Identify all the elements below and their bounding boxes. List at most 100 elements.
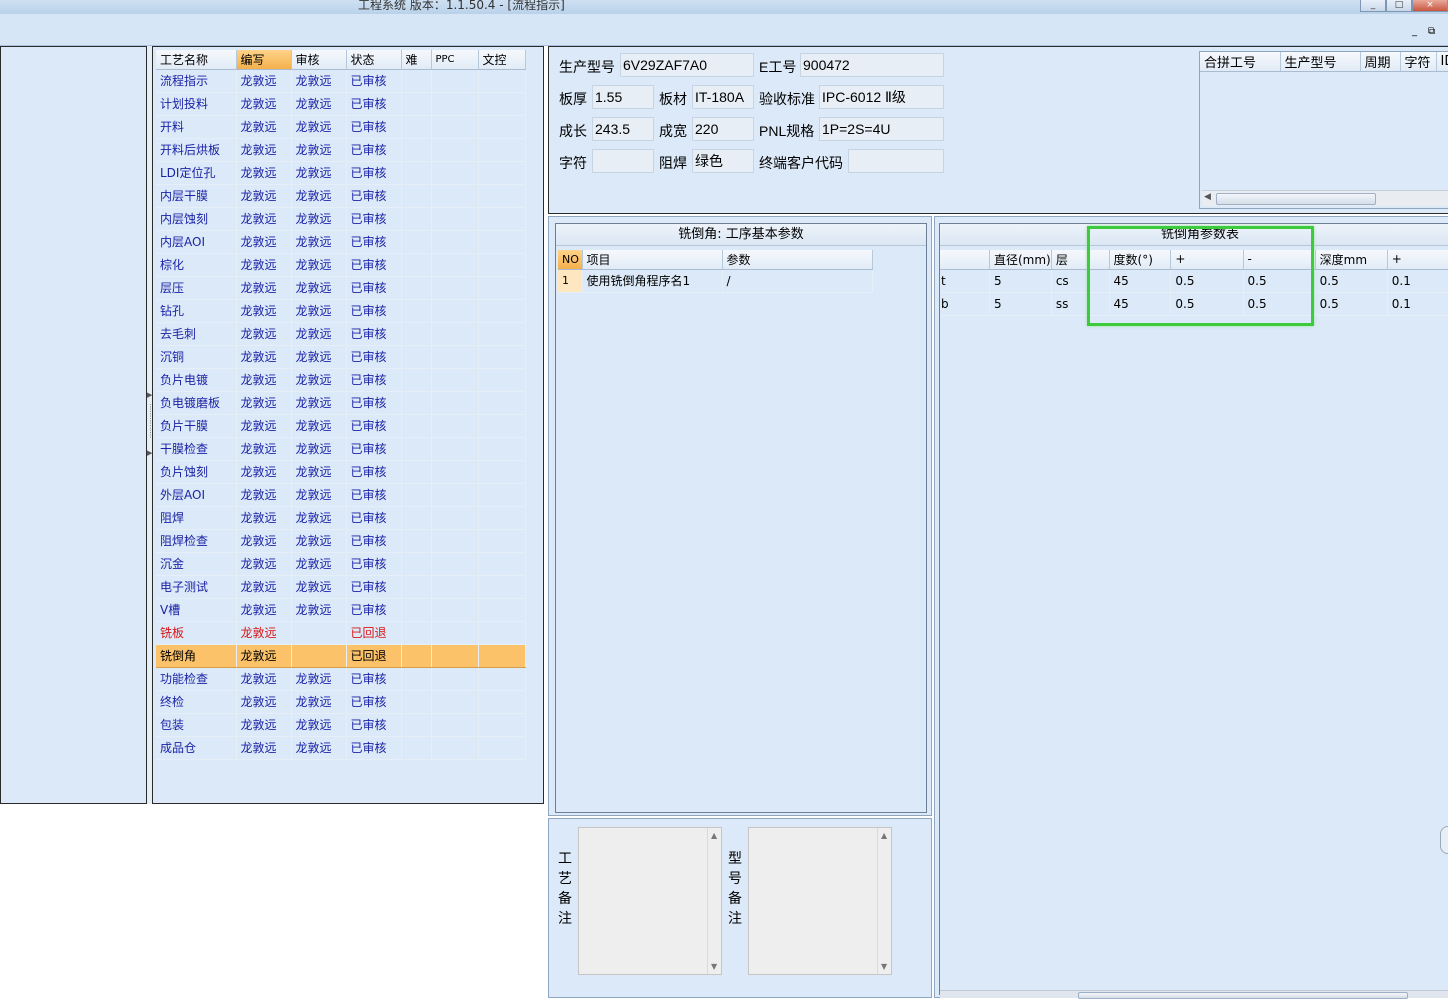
doc-control-cell[interactable]: [478, 184, 526, 208]
ppc-cell[interactable]: [431, 643, 479, 668]
process-name[interactable]: 阻焊检查: [156, 529, 237, 553]
difficulty-cell[interactable]: [401, 598, 432, 622]
reviewer-name[interactable]: 龙敦远: [291, 345, 347, 369]
scroll-up-icon[interactable]: ▲: [711, 831, 717, 840]
process-name[interactable]: 铣倒角: [156, 643, 237, 668]
difficulty-cell[interactable]: [401, 69, 432, 93]
param-value[interactable]: /: [722, 269, 873, 293]
status-text[interactable]: 已审核: [346, 529, 402, 553]
mdi-minimize-icon[interactable]: _: [1412, 26, 1417, 37]
process-remark-textarea[interactable]: ▲ ▼: [578, 827, 722, 975]
doc-control-cell[interactable]: [478, 667, 526, 691]
process-row[interactable]: LDI定位孔 龙敦远 龙敦远 已审核: [156, 161, 526, 185]
reviewer-name[interactable]: 龙敦远: [291, 414, 347, 438]
reviewer-name[interactable]: 龙敦远: [291, 138, 347, 162]
process-row[interactable]: 沉金 龙敦远 龙敦远 已审核: [156, 552, 526, 576]
difficulty-cell[interactable]: [401, 322, 432, 346]
status-text[interactable]: 已审核: [346, 368, 402, 392]
process-name[interactable]: 开料后烘板: [156, 138, 237, 162]
writer-name[interactable]: 龙敦远: [236, 529, 292, 553]
scroll-left-icon[interactable]: ◀: [1204, 192, 1211, 202]
difficulty-cell[interactable]: [401, 391, 432, 415]
reviewer-name[interactable]: 龙敦远: [291, 161, 347, 185]
column-header-reviewer[interactable]: 审核: [291, 50, 347, 70]
process-name[interactable]: LDI定位孔: [156, 161, 237, 185]
process-name[interactable]: 负片电镀: [156, 368, 237, 392]
ppc-cell[interactable]: [431, 713, 479, 737]
doc-control-cell[interactable]: [478, 437, 526, 461]
side-expand-handle[interactable]: [1440, 826, 1448, 854]
process-name[interactable]: 内层蚀刻: [156, 207, 237, 231]
doc-control-cell[interactable]: [478, 230, 526, 254]
process-row[interactable]: 干膜检查 龙敦远 龙敦远 已审核: [156, 437, 526, 461]
scroll-down-icon[interactable]: ▼: [711, 962, 717, 971]
reviewer-name[interactable]: 龙敦远: [291, 253, 347, 277]
process-name[interactable]: 负电镀磨板: [156, 391, 237, 415]
process-row[interactable]: 层压 龙敦远 龙敦远 已审核: [156, 276, 526, 300]
chamfer-cell[interactable]: t: [940, 269, 990, 293]
ppc-cell[interactable]: [431, 276, 479, 300]
difficulty-cell[interactable]: [401, 667, 432, 691]
writer-name[interactable]: 龙敦远: [236, 575, 292, 599]
ppc-cell[interactable]: [431, 529, 479, 553]
reviewer-name[interactable]: 龙敦远: [291, 391, 347, 415]
ppc-cell[interactable]: [431, 460, 479, 484]
column-header-writer[interactable]: 编写: [236, 50, 292, 70]
status-text[interactable]: 已回退: [346, 621, 402, 645]
process-row[interactable]: 流程指示 龙敦远 龙敦远 已审核: [156, 69, 526, 93]
maximize-button[interactable]: □: [1386, 0, 1412, 12]
ppc-cell[interactable]: [431, 230, 479, 254]
doc-control-cell[interactable]: [478, 529, 526, 553]
column-header-no[interactable]: NO: [558, 250, 583, 270]
ppc-cell[interactable]: [431, 552, 479, 576]
difficulty-cell[interactable]: [401, 643, 432, 668]
doc-control-cell[interactable]: [478, 368, 526, 392]
process-name[interactable]: 铣板: [156, 621, 237, 645]
status-text[interactable]: 已审核: [346, 437, 402, 461]
doc-control-cell[interactable]: [478, 575, 526, 599]
chamfer-cell[interactable]: 0.5: [1315, 292, 1388, 316]
table-row[interactable]: 1 使用铣倒角程序名1 /: [558, 269, 873, 293]
difficulty-cell[interactable]: [401, 138, 432, 162]
process-row[interactable]: V槽 龙敦远 龙敦远 已审核: [156, 598, 526, 622]
reviewer-name[interactable]: [291, 621, 347, 645]
difficulty-cell[interactable]: [401, 276, 432, 300]
process-name[interactable]: V槽: [156, 598, 237, 622]
status-text[interactable]: 已回退: [346, 643, 402, 668]
ppc-cell[interactable]: [431, 506, 479, 530]
writer-name[interactable]: 龙敦远: [236, 598, 292, 622]
reviewer-name[interactable]: 龙敦远: [291, 230, 347, 254]
column-header-diameter[interactable]: 直径(mm): [989, 250, 1052, 270]
writer-name[interactable]: 龙敦远: [236, 299, 292, 323]
thickness-field[interactable]: 1.55: [592, 85, 654, 109]
process-row[interactable]: 去毛刺 龙敦远 龙敦远 已审核: [156, 322, 526, 346]
writer-name[interactable]: 龙敦远: [236, 736, 292, 760]
process-name[interactable]: 沉铜: [156, 345, 237, 369]
difficulty-cell[interactable]: [401, 713, 432, 737]
reviewer-name[interactable]: 龙敦远: [291, 575, 347, 599]
writer-name[interactable]: 龙敦远: [236, 276, 292, 300]
difficulty-cell[interactable]: [401, 253, 432, 277]
length-field[interactable]: 243.5: [592, 117, 654, 141]
status-text[interactable]: 已审核: [346, 713, 402, 737]
reviewer-name[interactable]: 龙敦远: [291, 598, 347, 622]
reviewer-name[interactable]: 龙敦远: [291, 322, 347, 346]
chamfer-cell[interactable]: b: [940, 292, 990, 316]
doc-control-cell[interactable]: [478, 276, 526, 300]
chamfer-cell[interactable]: 0.1: [1387, 269, 1448, 293]
status-text[interactable]: 已审核: [346, 414, 402, 438]
ppc-cell[interactable]: [431, 92, 479, 116]
reviewer-name[interactable]: 龙敦远: [291, 690, 347, 714]
writer-name[interactable]: 龙敦远: [236, 69, 292, 93]
customer-field[interactable]: [848, 149, 944, 173]
doc-control-cell[interactable]: [478, 92, 526, 116]
reviewer-name[interactable]: 龙敦远: [291, 437, 347, 461]
material-field[interactable]: IT-180A: [692, 85, 754, 109]
chamfer-cell[interactable]: 0.5: [1315, 269, 1388, 293]
doc-control-cell[interactable]: [478, 506, 526, 530]
status-text[interactable]: 已审核: [346, 552, 402, 576]
doc-control-cell[interactable]: [478, 161, 526, 185]
process-row[interactable]: 阻焊 龙敦远 龙敦远 已审核: [156, 506, 526, 530]
model-remark-textarea[interactable]: ▲ ▼: [748, 827, 892, 975]
splitter-grip-bottom-icon[interactable]: ▶: [147, 450, 152, 457]
